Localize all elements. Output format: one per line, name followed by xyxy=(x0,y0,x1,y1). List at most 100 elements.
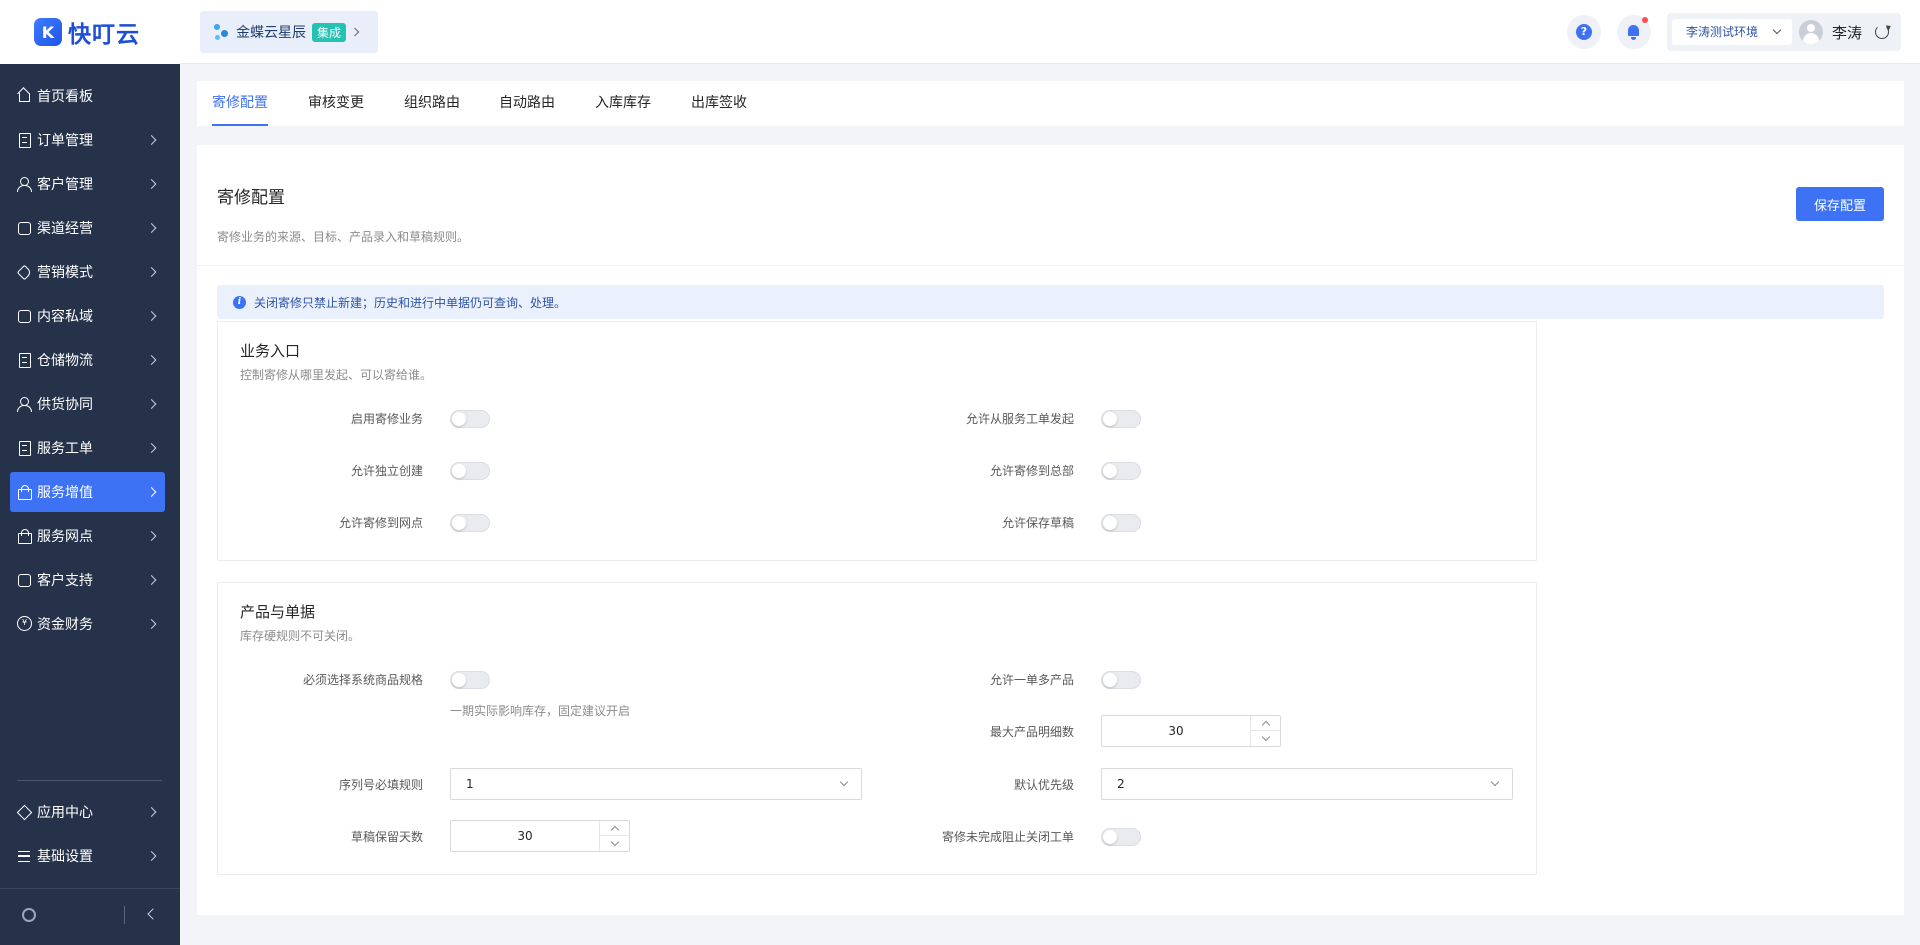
chevron-right-icon xyxy=(146,179,157,189)
tag-icon xyxy=(17,265,31,279)
section-business-entry: 业务入口 控制寄修从哪里发起、可以寄给谁。 启用寄修业务 允许独立创建 允许寄修… xyxy=(217,321,1537,561)
enable-repair-switch[interactable] xyxy=(450,410,490,428)
sidebar-item-service-tickets[interactable]: 服务工单 xyxy=(10,428,165,468)
sidebar-item-label: 内容私域 xyxy=(37,309,93,325)
help-button[interactable] xyxy=(1567,15,1601,49)
sidebar-item-basic-settings[interactable]: 基础设置 xyxy=(10,836,165,876)
chevron-right-icon xyxy=(146,355,157,365)
integration-name: 金蝶云星辰 xyxy=(236,25,306,41)
serial-rule-value: 1 xyxy=(466,777,474,791)
integration-chip[interactable]: 金蝶云星辰 集成 xyxy=(200,11,378,53)
sidebar-item-label: 仓储物流 xyxy=(37,353,93,369)
logo[interactable]: K 快叮云 xyxy=(0,0,180,64)
sidebar-item-label: 渠道经营 xyxy=(37,221,93,237)
environment-select[interactable]: 李涛测试环境 xyxy=(1672,19,1792,45)
sidebar-item-dashboard[interactable]: 首页看板 xyxy=(10,76,165,116)
increment-button[interactable] xyxy=(600,821,630,836)
sidebar-item-customers[interactable]: 客户管理 xyxy=(10,164,165,204)
priority-label: 默认优先级 xyxy=(1013,778,1074,792)
info-alert: i 关闭寄修只禁止新建；历史和进行中单据仍可查询、处理。 xyxy=(217,285,1884,319)
multi-product-switch[interactable] xyxy=(1101,671,1141,689)
decrement-button[interactable] xyxy=(1251,731,1281,746)
tab-repair-config[interactable]: 寄修配置 xyxy=(212,81,268,126)
avatar[interactable] xyxy=(1799,20,1823,44)
tab-outbound-signoff[interactable]: 出库签收 xyxy=(691,81,747,126)
sidebar-item-service-outlets[interactable]: 服务网点 xyxy=(10,516,165,556)
config-tabs: 寄修配置 审核变更 组织路由 自动路由 入库库存 出库签收 xyxy=(197,81,1904,126)
sidebar-item-content[interactable]: 内容私域 xyxy=(10,296,165,336)
sidebar-footer xyxy=(0,888,180,945)
sidebar-item-support[interactable]: 客户支持 xyxy=(10,560,165,600)
user-name[interactable]: 李涛 xyxy=(1832,22,1862,43)
block-close-switch[interactable] xyxy=(1101,828,1141,846)
support-icon xyxy=(17,573,31,587)
chevron-right-icon xyxy=(146,223,157,233)
store-icon xyxy=(17,529,32,544)
sidebar-divider xyxy=(17,780,162,781)
collapse-sidebar-icon[interactable] xyxy=(147,908,159,920)
require-spec-switch[interactable] xyxy=(450,671,490,689)
sidebar-item-label: 首页看板 xyxy=(37,89,93,105)
serial-rule-select[interactable]: 1 xyxy=(450,768,862,800)
allow-to-outlet-switch[interactable] xyxy=(450,514,490,532)
logo-text: 快叮云 xyxy=(68,22,140,48)
sidebar-item-marketing[interactable]: 营销模式 xyxy=(10,252,165,292)
sidebar-bottom-menu: 应用中心 基础设置 xyxy=(10,792,165,880)
user-panel: 李涛测试环境 李涛 xyxy=(1667,13,1901,51)
section-product-docs: 产品与单据 库存硬规则不可关闭。 必须选择系统商品规格 一期实际影响库存，固定建… xyxy=(217,582,1537,875)
max-lines-input[interactable]: 30 xyxy=(1101,715,1281,747)
require-spec-label: 必须选择系统商品规格 xyxy=(302,673,423,687)
sidebar-item-label: 服务工单 xyxy=(37,441,93,457)
alert-text: 关闭寄修只禁止新建；历史和进行中单据仍可查询、处理。 xyxy=(254,295,567,310)
sidebar-item-warehouse[interactable]: 仓储物流 xyxy=(10,340,165,380)
notification-dot xyxy=(1642,17,1648,23)
serial-rule-label: 序列号必填规则 xyxy=(338,778,423,792)
sidebar-item-channels[interactable]: 渠道经营 xyxy=(10,208,165,248)
tab-inbound-stock[interactable]: 入库库存 xyxy=(595,81,651,126)
kingdee-logo-icon xyxy=(214,23,228,41)
allow-from-ticket-switch[interactable] xyxy=(1101,410,1141,428)
draft-days-input[interactable]: 30 xyxy=(450,820,630,852)
sidebar-item-orders[interactable]: 订单管理 xyxy=(10,120,165,160)
gear-icon[interactable] xyxy=(22,908,36,922)
sidebar-item-supply[interactable]: 供货协同 xyxy=(10,384,165,424)
sidebar-item-service-value[interactable]: 服务增值 xyxy=(10,472,165,512)
save-config-button[interactable]: 保存配置 xyxy=(1796,187,1884,221)
allow-to-hq-label: 允许寄修到总部 xyxy=(989,464,1074,478)
card-divider xyxy=(197,265,1904,266)
sidebar-item-finance[interactable]: 资金财务 xyxy=(10,604,165,644)
sidebar-item-label: 客户管理 xyxy=(37,177,93,193)
block-close-label: 寄修未完成阻止关闭工单 xyxy=(941,830,1074,844)
bag-icon xyxy=(17,485,32,500)
allow-standalone-switch[interactable] xyxy=(450,462,490,480)
image-icon xyxy=(17,309,31,323)
top-header: 金蝶云星辰 集成 李涛测试环境 李涛 xyxy=(180,0,1920,64)
sidebar-item-app-center[interactable]: 应用中心 xyxy=(10,792,165,832)
allow-from-ticket-label: 允许从服务工单发起 xyxy=(965,412,1074,426)
increment-button[interactable] xyxy=(1251,716,1281,731)
max-lines-value: 30 xyxy=(1168,724,1184,738)
allow-draft-switch[interactable] xyxy=(1101,514,1141,532)
logo-mark-icon: K xyxy=(34,18,62,46)
tab-auto-routing[interactable]: 自动路由 xyxy=(499,81,555,126)
yuan-icon xyxy=(17,616,32,631)
tab-review-change[interactable]: 审核变更 xyxy=(308,81,364,126)
chevron-right-icon xyxy=(146,443,157,453)
max-lines-label: 最大产品明细数 xyxy=(989,725,1074,739)
chevron-right-icon xyxy=(146,807,157,817)
ticket-icon xyxy=(17,441,31,456)
allow-to-hq-switch[interactable] xyxy=(1101,462,1141,480)
integration-badge: 集成 xyxy=(312,22,347,42)
multi-product-label: 允许一单多产品 xyxy=(989,673,1074,687)
sidebar-item-label: 客户支持 xyxy=(37,573,93,589)
allow-standalone-label: 允许独立创建 xyxy=(350,464,423,478)
draft-days-label: 草稿保留天数 xyxy=(350,830,423,844)
tab-org-routing[interactable]: 组织路由 xyxy=(404,81,460,126)
chevron-right-icon xyxy=(350,27,360,37)
refresh-icon[interactable] xyxy=(1875,25,1889,39)
config-card: 寄修配置 寄修业务的来源、目标、产品录入和草稿规则。 保存配置 i 关闭寄修只禁… xyxy=(197,145,1904,915)
decrement-button[interactable] xyxy=(600,836,630,851)
priority-select[interactable]: 2 xyxy=(1101,768,1513,800)
notification-button[interactable] xyxy=(1617,15,1651,49)
chevron-right-icon xyxy=(146,487,157,497)
